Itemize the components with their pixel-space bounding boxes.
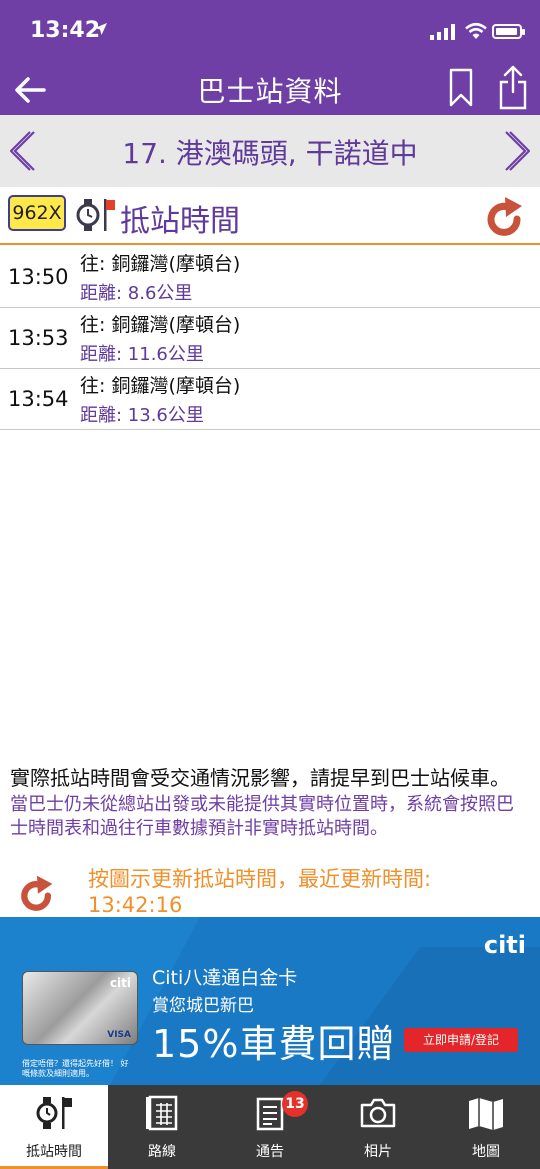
nav-bar: 巴士站資料	[0, 62, 540, 115]
eta-destination: 往: 銅鑼灣(摩頓台)	[80, 253, 241, 275]
next-stop-chevron-icon[interactable]	[502, 129, 530, 173]
visa-logo: VISA	[107, 1030, 131, 1040]
stop-name: 17. 港澳碼頭, 干諾道中	[122, 137, 418, 170]
eta-row[interactable]: 13:53 往: 銅鑼灣(摩頓台) 距離: 11.6公里	[0, 308, 540, 369]
tab-photos[interactable]: 相片	[324, 1085, 432, 1169]
ad-headline: Citi八達通白金卡	[152, 967, 298, 989]
card-brand: citi	[109, 976, 131, 990]
tab-label: 抵站時間	[26, 1144, 82, 1160]
ad-offer: 15%車費回贈	[152, 1022, 396, 1066]
camera-icon	[360, 1098, 396, 1128]
last-update-text: 按圖示更新抵站時間，最近更新時間: 13:42:16	[88, 867, 432, 917]
tab-label: 通告	[256, 1144, 284, 1160]
eta-destination: 往: 銅鑼灣(摩頓台)	[80, 375, 241, 397]
eta-header: 962X 抵站時間	[0, 187, 540, 245]
tab-bar: 抵站時間 路線 通告 13 相片 地圖	[0, 1085, 540, 1169]
citi-logo: citi	[483, 931, 526, 959]
watch-flag-icon	[76, 199, 115, 231]
ad-fine-print: 借定唔借？還得起先好借！ 好嘅條款及細則適用。	[22, 1059, 129, 1078]
eta-destination: 往: 銅鑼灣(摩頓台)	[80, 314, 241, 336]
location-arrow-icon	[95, 23, 107, 35]
eta-time: 13:54	[8, 387, 69, 411]
previous-stop-chevron-icon[interactable]	[10, 129, 38, 173]
watch-flag-icon	[36, 1097, 72, 1129]
tab-notices[interactable]: 通告	[216, 1085, 324, 1169]
tab-label: 路線	[148, 1144, 176, 1160]
eta-distance: 距離: 13.6公里	[80, 405, 204, 426]
traffic-note: 實際抵站時間會受交通情況影響，請提早到巴士站候車。	[10, 766, 510, 790]
status-bar: 13:42	[0, 0, 540, 62]
eta-time: 13:50	[8, 265, 69, 289]
map-icon	[469, 1098, 503, 1130]
battery-icon	[492, 24, 525, 39]
notes: 實際抵站時間會受交通情況影響，請提早到巴士站候車。 當巴士仍未從總站出發或未能提…	[10, 765, 530, 841]
timetable-icon	[146, 1095, 178, 1131]
route-badge: 962X	[8, 195, 66, 231]
eta-row[interactable]: 13:50 往: 銅鑼灣(摩頓台) 距離: 8.6公里	[0, 247, 540, 308]
tab-label: 地圖	[472, 1144, 500, 1160]
eta-row[interactable]: 13:54 往: 銅鑼灣(摩頓台) 距離: 13.6公里	[0, 369, 540, 430]
scheduled-eta-note: 當巴士仍未從總站出發或未能提供其實時位置時，系統會按照巴士時間表和過往行車數據預…	[10, 794, 514, 839]
tab-label: 相片	[364, 1144, 392, 1160]
refresh-icon[interactable]	[18, 872, 56, 912]
bookmark-icon[interactable]	[448, 68, 474, 108]
refresh-icon[interactable]	[484, 193, 526, 237]
credit-card-image: citi VISA	[22, 971, 138, 1045]
eta-distance: 距離: 8.6公里	[80, 283, 193, 304]
ad-banner[interactable]: citi citi VISA Citi八達通白金卡 賞您城巴新巴 15%車費回贈…	[0, 917, 540, 1085]
eta-distance: 距離: 11.6公里	[80, 344, 204, 365]
wifi-icon	[465, 22, 487, 39]
top-bar: 13:42 巴士站資料	[0, 0, 540, 115]
eta-time: 13:53	[8, 326, 69, 350]
tab-routes[interactable]: 路線	[108, 1085, 216, 1169]
eta-title: 抵站時間	[120, 204, 240, 239]
tab-map[interactable]: 地圖	[432, 1085, 540, 1169]
bus-stop-page: 13:42 巴士站資料 17. 港澳碼頭, 干諾道中 962X 抵站時間 13:…	[0, 0, 540, 1169]
ad-cta-button[interactable]: 立即申請/登記	[404, 1028, 518, 1052]
status-time: 13:42	[30, 18, 101, 43]
stop-selector: 17. 港澳碼頭, 干諾道中	[0, 115, 540, 187]
signal-icon	[430, 24, 455, 40]
notice-count-badge: 13	[282, 1091, 308, 1117]
tab-arrival-time[interactable]: 抵站時間	[0, 1085, 108, 1169]
share-icon[interactable]	[498, 64, 528, 110]
